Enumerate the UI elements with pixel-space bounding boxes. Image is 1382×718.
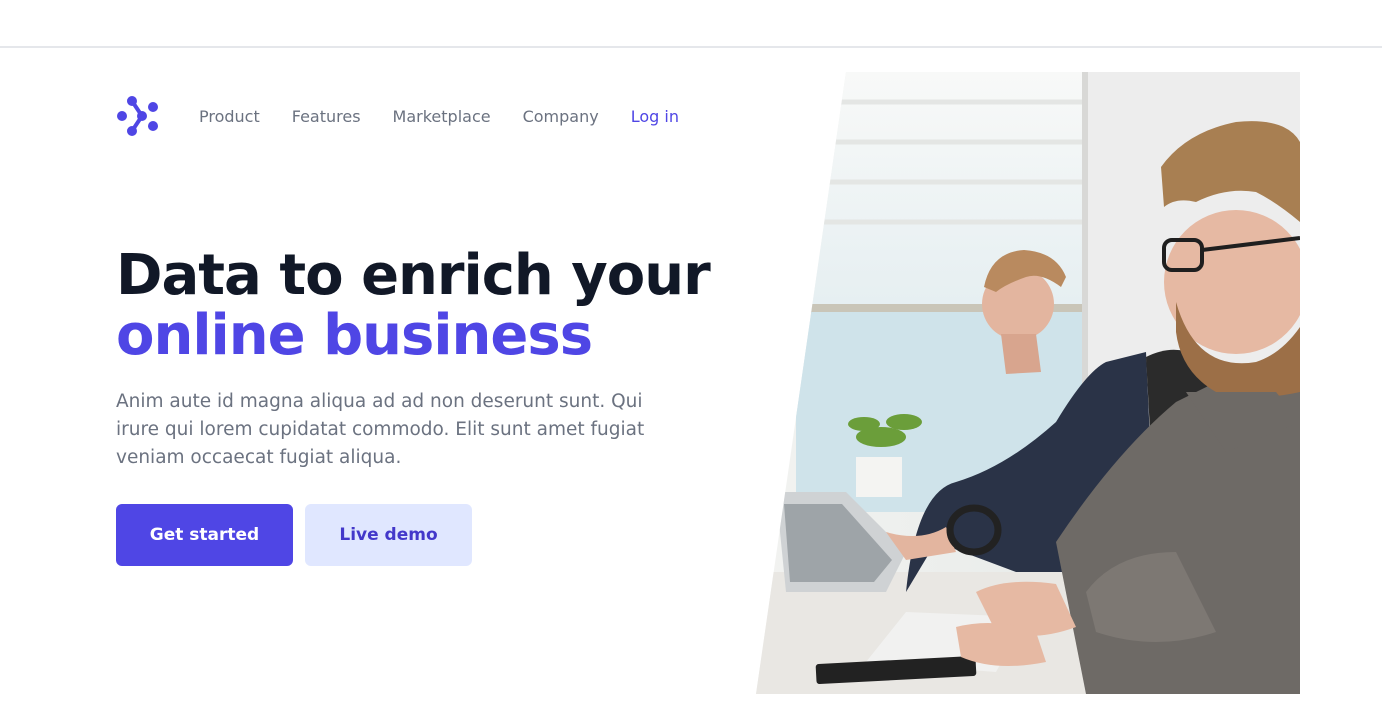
nav-link-marketplace[interactable]: Marketplace xyxy=(393,107,491,126)
logo-icon[interactable] xyxy=(116,96,158,136)
headline-line-1: Data to enrich your xyxy=(116,243,711,308)
nav-link-company[interactable]: Company xyxy=(523,107,599,126)
nav-link-features[interactable]: Features xyxy=(292,107,361,126)
hero-description: Anim aute id magna aliqua ad ad non dese… xyxy=(116,391,645,468)
headline-line-2: online business xyxy=(116,303,593,368)
main-nav: Product Features Marketplace Company Log… xyxy=(116,96,679,136)
nav-links: Product Features Marketplace Company Log… xyxy=(199,107,679,126)
login-link[interactable]: Log in xyxy=(631,107,679,126)
hero-headline: Data to enrich your online business xyxy=(116,243,711,368)
hero-section: Data to enrich your online business Anim… xyxy=(116,243,711,472)
hero-actions: Get started Live demo xyxy=(116,504,472,566)
live-demo-button[interactable]: Live demo xyxy=(305,504,472,566)
nav-link-product[interactable]: Product xyxy=(199,107,260,126)
get-started-button[interactable]: Get started xyxy=(116,504,293,566)
hero-photo xyxy=(756,72,1300,694)
top-bar xyxy=(0,0,1382,48)
